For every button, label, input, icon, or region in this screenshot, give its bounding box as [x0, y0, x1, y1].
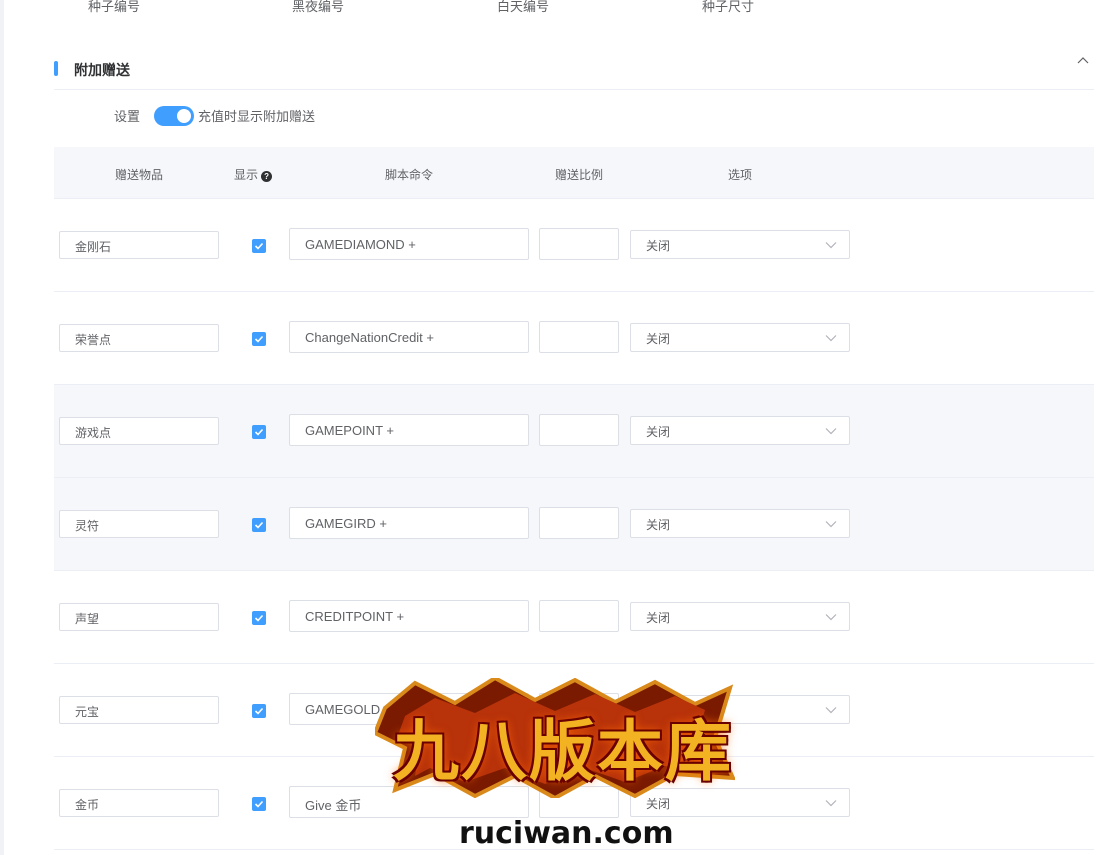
table-row: 灵符 GAMEGIRD + 关闭: [54, 478, 1094, 571]
option-select-value: 关闭: [646, 332, 671, 346]
chevron-down-icon: [825, 242, 837, 249]
check-icon: [254, 335, 264, 343]
header-option: 选项: [728, 168, 753, 182]
check-icon: [254, 707, 264, 715]
item-name-value: 元宝: [75, 705, 100, 719]
option-select[interactable]: 关闭: [630, 416, 850, 445]
option-select-value: 关闭: [646, 611, 671, 625]
item-name-input[interactable]: 元宝: [59, 696, 219, 724]
check-icon: [254, 428, 264, 436]
option-select-value: 关闭: [646, 518, 671, 532]
option-select-value: 关闭: [646, 425, 671, 439]
watermark-url: ruciwan.com: [459, 816, 674, 851]
item-name-input[interactable]: 荣誉点: [59, 324, 219, 352]
table-row: 声望 CREDITPOINT + 关闭: [54, 571, 1094, 664]
option-select-value: 关闭: [646, 239, 671, 253]
chevron-down-icon: [825, 800, 837, 807]
show-checkbox[interactable]: [252, 332, 266, 346]
script-command-input[interactable]: CREDITPOINT +: [289, 600, 529, 632]
header-show: 显示?: [234, 166, 273, 183]
show-checkbox[interactable]: [252, 797, 266, 811]
check-icon: [254, 614, 264, 622]
item-name-input[interactable]: 声望: [59, 603, 219, 631]
script-command-value: CREDITPOINT +: [305, 609, 405, 624]
show-checkbox[interactable]: [252, 239, 266, 253]
script-command-value: ChangeNationCredit +: [305, 330, 434, 345]
script-command-value: GAMEDIAMOND +: [305, 237, 416, 252]
item-name-value: 灵符: [75, 519, 100, 533]
watermark-title: 九八版本库: [393, 713, 733, 790]
section-accent-bar: [54, 61, 58, 76]
script-command-value: GAMEPOINT +: [305, 423, 394, 438]
show-bonus-switch-label: 充值时显示附加赠送: [198, 109, 316, 124]
switch-knob: [177, 109, 191, 123]
left-edge-divider: [0, 0, 4, 855]
seed-size-label: 种子尺寸: [702, 0, 755, 14]
chevron-up-icon[interactable]: [1076, 54, 1090, 68]
item-name-value: 金刚石: [75, 240, 112, 254]
show-checkbox[interactable]: [252, 704, 266, 718]
table-row: 金刚石 GAMEDIAMOND + 关闭: [54, 199, 1094, 292]
show-checkbox[interactable]: [252, 611, 266, 625]
script-command-input[interactable]: GAMEPOINT +: [289, 414, 529, 446]
script-command-input[interactable]: GAMEDIAMOND +: [289, 228, 529, 260]
item-name-value: 声望: [75, 612, 100, 626]
day-id-label: 白天编号: [497, 0, 550, 14]
watermark-logo: 九八版本库 ruciwan.com: [355, 658, 750, 855]
table-row: 游戏点 GAMEPOINT + 关闭: [54, 385, 1094, 478]
script-command-value: GAMEGIRD +: [305, 516, 387, 531]
show-bonus-switch[interactable]: [154, 106, 194, 126]
option-select[interactable]: 关闭: [630, 602, 850, 631]
option-select[interactable]: 关闭: [630, 323, 850, 352]
chevron-down-icon: [825, 335, 837, 342]
script-command-input[interactable]: ChangeNationCredit +: [289, 321, 529, 353]
chevron-down-icon: [825, 428, 837, 435]
bonus-ratio-input[interactable]: [539, 321, 619, 353]
item-name-input[interactable]: 金刚石: [59, 231, 219, 259]
section-header: 附加赠送: [54, 56, 1094, 90]
item-name-value: 荣誉点: [75, 333, 112, 347]
script-command-value: Give 金币: [305, 798, 362, 813]
item-name-input[interactable]: 灵符: [59, 510, 219, 538]
section-title: 附加赠送: [74, 62, 130, 78]
item-name-input[interactable]: 金币: [59, 789, 219, 817]
show-checkbox[interactable]: [252, 518, 266, 532]
check-icon: [254, 521, 264, 529]
item-name-value: 金币: [75, 798, 100, 812]
option-select[interactable]: 关闭: [630, 509, 850, 538]
header-script: 脚本命令: [385, 168, 434, 182]
settings-label: 设置: [114, 109, 141, 124]
seed-id-label: 种子编号: [88, 0, 141, 14]
header-ratio: 赠送比例: [555, 168, 604, 182]
table-row: 荣誉点 ChangeNationCredit + 关闭: [54, 292, 1094, 385]
item-name-input[interactable]: 游戏点: [59, 417, 219, 445]
night-id-label: 黑夜编号: [292, 0, 345, 14]
header-show-label: 显示: [234, 168, 259, 182]
bonus-ratio-input[interactable]: [539, 507, 619, 539]
chevron-down-icon: [825, 521, 837, 528]
bonus-ratio-input[interactable]: [539, 600, 619, 632]
item-name-value: 游戏点: [75, 426, 112, 440]
check-icon: [254, 242, 264, 250]
top-filter-row: 种子编号 0 黑夜编号 0 白天编号 0 种子尺寸 0: [0, 0, 1101, 14]
chevron-down-icon: [825, 707, 837, 714]
script-command-input[interactable]: GAMEGIRD +: [289, 507, 529, 539]
question-circle-icon[interactable]: ?: [261, 171, 273, 182]
show-checkbox[interactable]: [252, 425, 266, 439]
bonus-ratio-input[interactable]: [539, 228, 619, 260]
table-header: 赠送物品 显示? 脚本命令 赠送比例 选项: [54, 147, 1094, 199]
option-select[interactable]: 关闭: [630, 230, 850, 259]
bonus-ratio-input[interactable]: [539, 414, 619, 446]
chevron-down-icon: [825, 614, 837, 621]
check-icon: [254, 800, 264, 808]
header-item: 赠送物品: [115, 168, 164, 182]
